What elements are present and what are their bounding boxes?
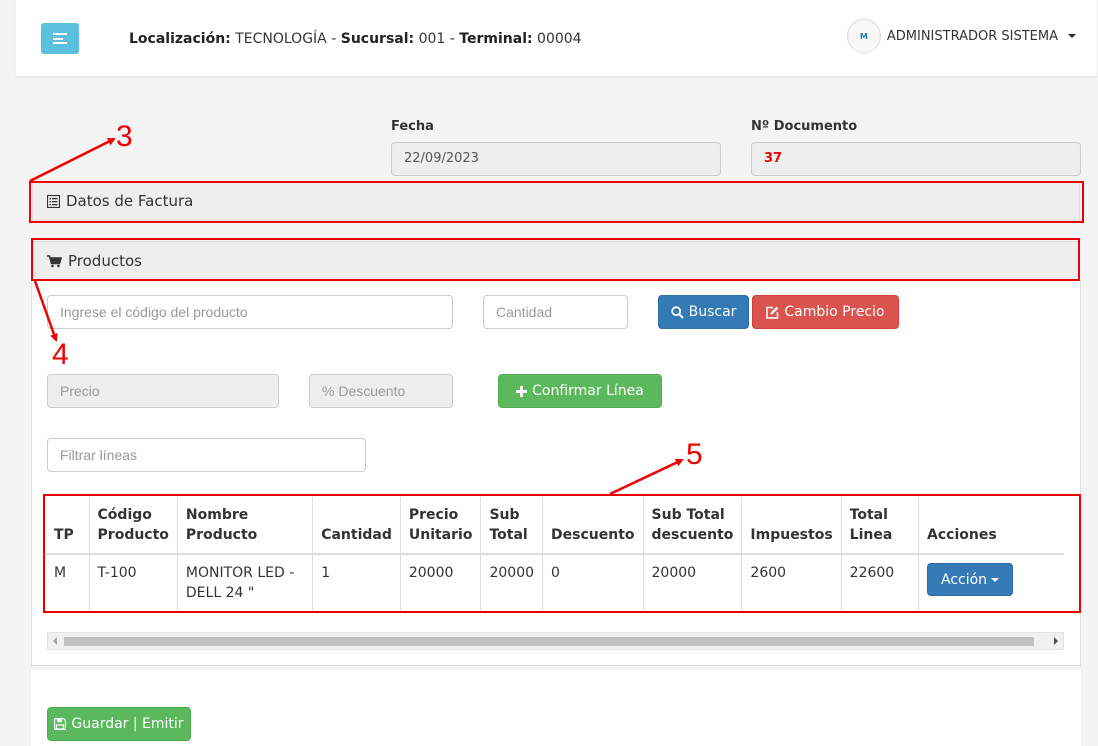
cell-acciones: Acción [919,554,1064,611]
terminal-value: 00004 [537,31,582,47]
scrollbar-thumb[interactable] [64,637,1034,646]
col-cantidad: Cantidad [312,497,401,555]
col-precio: Precio Unitario [400,497,482,555]
avatar: M [846,19,881,53]
edit-icon [766,306,779,319]
codigo-producto-input[interactable] [47,295,453,329]
cell-subtotal-descuento: 20000 [643,554,743,611]
col-acciones: Acciones [918,497,1064,555]
buscar-button[interactable]: Buscar [658,295,749,329]
numero-documento-label: Nº Documento [751,119,858,134]
search-icon [670,305,684,319]
col-nombre: Nombre Producto [177,497,314,555]
cell-precio: 20000 [400,554,482,611]
col-subtotal-descuento: Sub Total descuento [643,497,743,555]
cell-subtotal: 20000 [480,554,544,611]
top-navbar: Localización: TECNOLOGÍA - Sucursal: 001… [16,0,1097,77]
annotation-arrow-3 [29,137,116,183]
horizontal-scrollbar[interactable] [47,632,1064,650]
bars-icon [53,33,67,44]
fecha-label: Fecha [391,119,434,134]
cell-nombre: MONITOR LED - DELL 24 " [177,554,314,611]
precio-input[interactable] [47,374,279,408]
localizacion-label: Localización: [129,31,231,47]
caret-down-icon [991,577,1000,582]
list-alt-icon [47,194,60,208]
caret-down-icon [1068,34,1076,38]
cantidad-input[interactable] [483,295,628,329]
user-name: ADMINISTRADOR SISTEMA [886,28,1058,44]
scroll-right-arrow-icon[interactable] [1054,637,1058,645]
annotation-number-3: 3 [116,120,133,153]
col-subtotal: Sub Total [480,497,544,555]
filtrar-lineas-input[interactable] [47,438,366,472]
productos-table: TP Código Producto Nombre Producto Canti… [46,497,1064,611]
localizacion-value: TECNOLOGÍA [235,31,327,47]
annotation-number-5: 5 [686,438,703,471]
user-menu[interactable]: M ADMINISTRADOR SISTEMA [846,19,1076,53]
confirmar-linea-label: Confirmar Línea [532,383,644,399]
annotation-number-4: 4 [52,338,69,371]
cell-codigo: T-100 [89,554,178,611]
descuento-input[interactable] [309,374,453,408]
confirmar-linea-button[interactable]: Confirmar Línea [498,374,662,408]
datos-factura-title: Datos de Factura [66,192,194,210]
accion-label: Acción [941,571,988,588]
fecha-field: 22/09/2023 [391,142,721,176]
col-codigo: Código Producto [89,497,178,555]
col-total-linea: Total Linea [841,497,920,555]
accion-dropdown-button[interactable]: Acción [927,563,1014,596]
cell-tp: M [46,554,90,611]
cambio-precio-label: Cambio Precio [784,304,885,320]
location-info: Localización: TECNOLOGÍA - Sucursal: 001… [129,31,582,47]
buscar-label: Buscar [688,304,737,320]
guardar-emitir-label: Guardar | Emitir [71,716,184,732]
col-descuento: Descuento [542,497,644,555]
cambio-precio-button[interactable]: Cambio Precio [752,295,899,329]
col-impuestos: Impuestos [741,497,842,555]
terminal-label: Terminal: [459,31,533,47]
sidebar-toggle-button[interactable] [41,23,79,54]
table-row: M T-100 MONITOR LED - DELL 24 " 1 20000 … [46,554,1064,611]
cell-cantidad: 1 [312,554,401,611]
sucursal-label: Sucursal: [340,31,415,47]
sucursal-value: 001 [418,31,446,47]
cell-descuento: 0 [542,554,644,611]
plus-icon [516,385,528,397]
guardar-emitir-button[interactable]: Guardar | Emitir [47,707,191,741]
cell-total-linea: 22600 [841,554,920,611]
save-icon [54,718,67,730]
scroll-left-arrow-icon[interactable] [53,637,57,645]
datos-factura-panel-header[interactable]: Datos de Factura [32,181,1080,221]
productos-panel-header[interactable]: Productos [32,241,1080,281]
numero-documento-field: 37 [751,142,1081,176]
productos-title: Productos [68,252,142,270]
table-header-row: TP Código Producto Nombre Producto Canti… [46,497,1064,555]
col-tp: TP [46,497,90,555]
cell-impuestos: 2600 [741,554,842,611]
shopping-cart-icon [47,254,62,267]
separator: - [449,31,455,47]
separator: - [331,31,337,47]
